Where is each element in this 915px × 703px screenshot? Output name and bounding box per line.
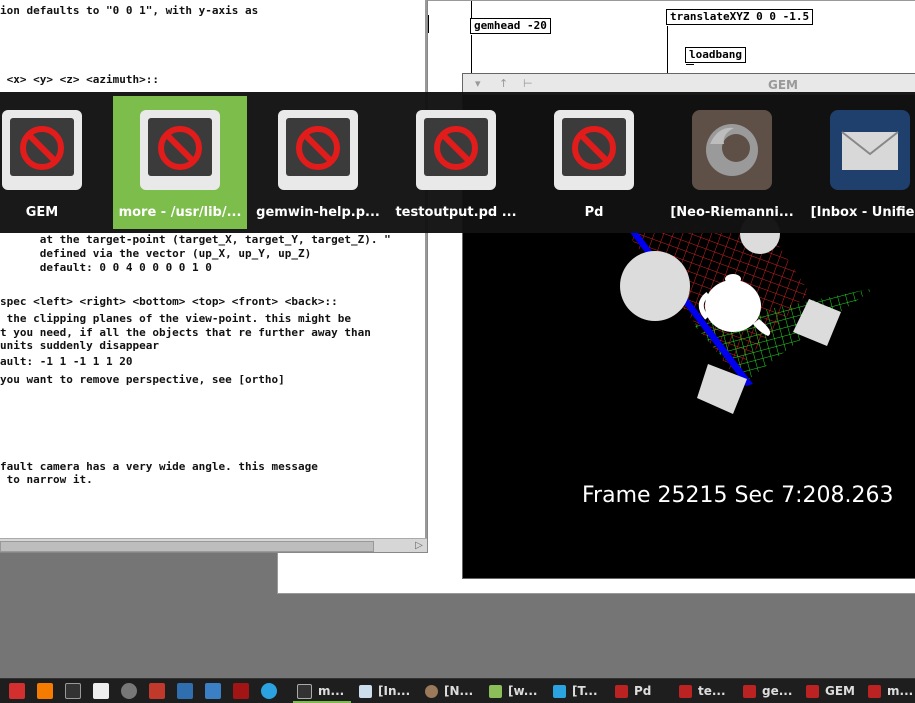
task-label: m... bbox=[887, 684, 914, 698]
pd-wire bbox=[686, 64, 694, 65]
switcher-item-label: Pd bbox=[584, 205, 604, 220]
vlc-icon[interactable] bbox=[37, 683, 53, 699]
task-telegram[interactable]: [T... bbox=[553, 679, 611, 703]
help-line: ion defaults to "0 0 1", with y-axis as bbox=[0, 4, 259, 17]
help-line: <x> <y> <z> <azimuth>:: bbox=[0, 73, 159, 86]
task-label: GEM bbox=[825, 684, 855, 698]
task-label: [T... bbox=[572, 684, 598, 698]
help-line: at the target-point (target_X, target_Y,… bbox=[0, 233, 391, 246]
pd-wire bbox=[471, 1, 472, 18]
camera-icon[interactable] bbox=[205, 683, 221, 699]
blocked-icon bbox=[554, 110, 634, 190]
pd-icon bbox=[679, 685, 692, 698]
task-terminal[interactable]: m... bbox=[293, 679, 351, 703]
help-line: the clipping planes of the view-point. t… bbox=[0, 312, 351, 325]
taskbar[interactable]: m... [In... [N... [w... [T... Pd te... g… bbox=[0, 678, 915, 703]
task-label: [N... bbox=[444, 684, 474, 698]
switcher-item-label: gemwin-help.p... bbox=[256, 205, 380, 220]
task-firefox[interactable]: [N... bbox=[425, 679, 483, 703]
help-text-window[interactable]: ion defaults to "0 0 1", with y-axis as … bbox=[0, 0, 428, 553]
gimp-icon[interactable] bbox=[121, 683, 137, 699]
switcher-item-gemwin-help[interactable]: gemwin-help.p... bbox=[251, 96, 385, 229]
task-pd[interactable]: Pd bbox=[615, 679, 673, 703]
pd-icon bbox=[743, 685, 756, 698]
gray-sphere bbox=[620, 251, 690, 321]
pd-object-loadbang[interactable]: loadbang bbox=[685, 47, 746, 63]
task-files[interactable]: [w... bbox=[489, 679, 547, 703]
media-player-icon[interactable] bbox=[9, 683, 25, 699]
switcher-item-firefox[interactable]: [Neo-Riemanni... bbox=[665, 96, 799, 229]
pd-wire bbox=[428, 15, 429, 33]
scrollbar-thumb[interactable] bbox=[0, 541, 374, 552]
pd-icon bbox=[868, 685, 881, 698]
switcher-item-label: more - /usr/lib/... bbox=[118, 205, 242, 220]
pencil-icon bbox=[359, 685, 372, 698]
folder-icon bbox=[489, 685, 502, 698]
blocked-icon bbox=[416, 110, 496, 190]
task-gemwin-help[interactable]: ge... bbox=[743, 679, 801, 703]
task-more[interactable]: m... bbox=[868, 679, 914, 703]
task-label: m... bbox=[318, 684, 345, 698]
help-line: default: 0 0 4 0 0 0 0 1 0 bbox=[0, 261, 212, 274]
task-gem[interactable]: GEM bbox=[806, 679, 864, 703]
pd-wire bbox=[667, 26, 668, 74]
switcher-item-label: GEM bbox=[25, 205, 59, 220]
switcher-item-testoutput[interactable]: testoutput.pd ... bbox=[389, 96, 523, 229]
help-line: to narrow it. bbox=[0, 473, 93, 486]
pd-wire bbox=[471, 35, 472, 75]
pd-icon bbox=[806, 685, 819, 698]
task-label: te... bbox=[698, 684, 726, 698]
help-line: you want to remove perspective, see [ort… bbox=[0, 373, 285, 386]
help-line: fault camera has a very wide angle. this… bbox=[0, 460, 318, 473]
help-line: defined via the vector (up_X, up_Y, up_Z… bbox=[0, 247, 312, 260]
task-testoutput[interactable]: te... bbox=[679, 679, 737, 703]
help-line: spec <left> <right> <bottom> <top> <fron… bbox=[0, 295, 338, 308]
switcher-item-label: testoutput.pd ... bbox=[395, 205, 517, 220]
task-label: Pd bbox=[634, 684, 652, 698]
frame-counter: Frame 25215 Sec 7:208.263 bbox=[582, 483, 894, 508]
window-switcher[interactable]: GEM more - /usr/lib/... gemwin-help.p...… bbox=[0, 92, 915, 233]
pd-icon bbox=[615, 685, 628, 698]
scroll-right-icon[interactable]: ▷ bbox=[412, 539, 426, 552]
terminal-icon[interactable] bbox=[149, 683, 165, 699]
switcher-item-pd[interactable]: Pd bbox=[527, 96, 661, 229]
help-line: units suddenly disappear bbox=[0, 339, 159, 352]
blocked-icon bbox=[278, 110, 358, 190]
horizontal-scrollbar[interactable]: ▷ bbox=[0, 538, 427, 552]
terminal-icon bbox=[297, 684, 312, 699]
window-border bbox=[425, 0, 427, 552]
switcher-item-mail[interactable]: [Inbox - Unifie... bbox=[803, 96, 915, 229]
firefox-icon bbox=[692, 110, 772, 190]
blocked-icon bbox=[2, 110, 82, 190]
screenshot-icon[interactable] bbox=[177, 683, 193, 699]
firefox-icon bbox=[425, 685, 438, 698]
help-line: t you need, if all the objects that re f… bbox=[0, 326, 371, 339]
help-line: ault: -1 1 -1 1 1 20 bbox=[0, 355, 133, 368]
telegram-icon bbox=[553, 685, 566, 698]
switcher-item-more[interactable]: more - /usr/lib/... bbox=[113, 96, 247, 229]
task-label: ge... bbox=[762, 684, 793, 698]
task-inkscape[interactable]: [In... bbox=[359, 679, 417, 703]
editor-icon[interactable] bbox=[233, 683, 249, 699]
telegram-icon[interactable] bbox=[261, 683, 277, 699]
switcher-item-gem[interactable]: GEM bbox=[0, 96, 109, 229]
task-label: [w... bbox=[508, 684, 538, 698]
switcher-item-label: [Neo-Riemanni... bbox=[670, 205, 794, 220]
pd-icon[interactable] bbox=[93, 683, 109, 699]
pd-object-translatexyz[interactable]: translateXYZ 0 0 -1.5 bbox=[666, 9, 814, 25]
pd-object-gemhead[interactable]: gemhead -20 bbox=[470, 18, 551, 34]
mail-icon bbox=[830, 110, 910, 190]
switcher-item-label: [Inbox - Unifie... bbox=[810, 205, 915, 220]
task-label: [In... bbox=[378, 684, 411, 698]
inkscape-icon[interactable] bbox=[65, 683, 81, 699]
blocked-icon bbox=[140, 110, 220, 190]
